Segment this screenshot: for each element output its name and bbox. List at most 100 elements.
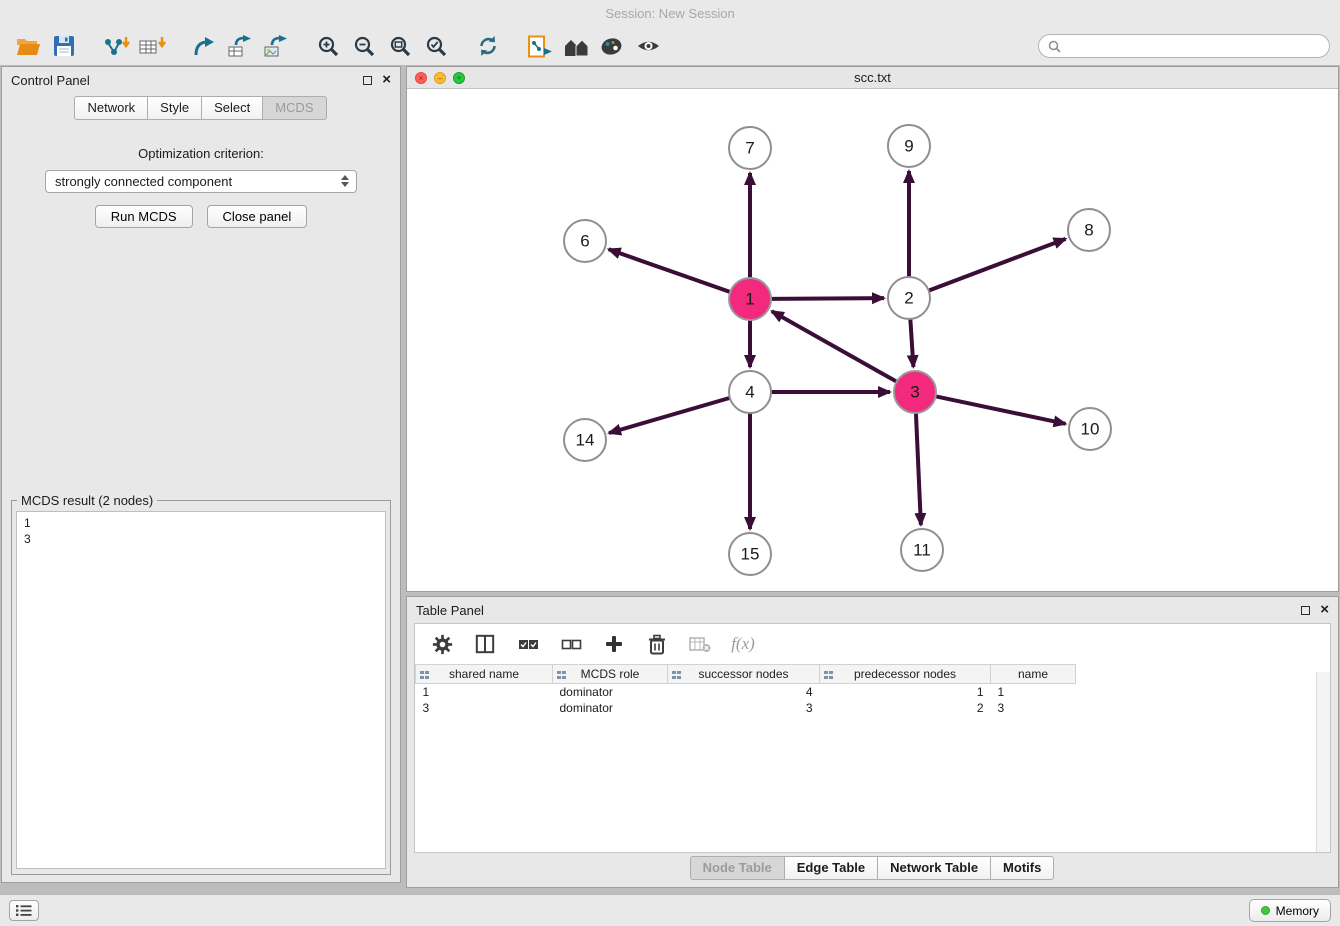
show-hide-button[interactable] (630, 30, 666, 62)
close-panel-button[interactable]: Close panel (207, 205, 308, 228)
optimization-criterion-select[interactable]: strongly connected component (45, 170, 357, 193)
graph-node-10[interactable]: 10 (1069, 408, 1111, 450)
graph-node-1[interactable]: 1 (729, 278, 771, 320)
svg-text:11: 11 (913, 541, 931, 560)
graph-node-2[interactable]: 2 (888, 277, 930, 319)
delete-table-button[interactable] (687, 631, 713, 657)
export-image-icon (263, 35, 289, 57)
graph-node-9[interactable]: 9 (888, 125, 930, 167)
tab-mcds[interactable]: MCDS (262, 96, 326, 120)
save-session-button[interactable] (46, 30, 82, 62)
task-history-button[interactable] (9, 900, 39, 921)
main-toolbar (0, 27, 1340, 66)
column-header-shared-name[interactable]: shared name (416, 665, 553, 684)
column-header-name[interactable]: name (991, 665, 1076, 684)
graph-node-7[interactable]: 7 (729, 127, 771, 169)
svg-text:10: 10 (1081, 420, 1100, 439)
tab-motifs[interactable]: Motifs (990, 856, 1054, 880)
add-column-button[interactable] (601, 631, 627, 657)
graph-edge-3-10[interactable] (936, 396, 1066, 423)
zoom-out-button[interactable] (346, 30, 382, 62)
float-table-panel-icon[interactable] (1301, 606, 1310, 615)
select-all-rows-button[interactable] (515, 631, 541, 657)
deselect-all-rows-button[interactable] (558, 631, 584, 657)
optimization-selected-value: strongly connected component (55, 174, 232, 189)
graph-node-4[interactable]: 4 (729, 371, 771, 413)
search-input[interactable] (1066, 39, 1320, 54)
network-window-title: scc.txt (854, 70, 891, 85)
close-table-panel-icon[interactable]: × (1320, 604, 1329, 616)
graph-node-11[interactable]: 11 (901, 529, 943, 571)
window-zoom-button[interactable]: + (453, 72, 465, 84)
apply-style-button[interactable] (594, 30, 630, 62)
export-table-button[interactable] (222, 30, 258, 62)
tab-edge-table[interactable]: Edge Table (784, 856, 878, 880)
graph-edge-2-8[interactable] (929, 239, 1066, 291)
layout-button[interactable] (558, 30, 594, 62)
memory-label: Memory (1276, 904, 1319, 918)
tab-network[interactable]: Network (74, 96, 148, 120)
zoom-fit-button[interactable] (382, 30, 418, 62)
graph-node-6[interactable]: 6 (564, 220, 606, 262)
tab-select[interactable]: Select (201, 96, 263, 120)
network-canvas[interactable]: 7 9 6 8 1 2 4 3 14 10 15 11 (407, 90, 1338, 591)
graph-node-15[interactable]: 15 (729, 533, 771, 575)
export-image-button[interactable] (258, 30, 294, 62)
table-row[interactable]: 3 dominator 3 2 3 (416, 700, 1076, 716)
import-table-button[interactable] (134, 30, 170, 62)
graph-edge-3-11[interactable] (916, 413, 921, 525)
graph-node-3[interactable]: 3 (894, 371, 936, 413)
graph-edge-1-6[interactable] (609, 249, 731, 292)
cell-predecessor-nodes: 2 (820, 700, 991, 716)
cell-successor-nodes: 4 (668, 684, 820, 700)
column-header-mcds-role[interactable]: MCDS role (553, 665, 668, 684)
window-minimize-button[interactable]: – (434, 72, 446, 84)
svg-text:1: 1 (745, 290, 754, 309)
function-builder-button[interactable]: f(x) (730, 631, 756, 657)
graph-node-8[interactable]: 8 (1068, 209, 1110, 251)
export-network-button[interactable] (186, 30, 222, 62)
control-panel-title: Control Panel (11, 73, 90, 88)
network-overview-button[interactable] (522, 30, 558, 62)
graph-edge-2-3[interactable] (910, 319, 913, 367)
table-settings-button[interactable] (429, 631, 455, 657)
table-row[interactable]: 1 dominator 4 1 1 (416, 684, 1076, 700)
open-session-button[interactable] (10, 30, 46, 62)
show-columns-button[interactable] (472, 631, 498, 657)
cell-mcds-role: dominator (553, 684, 668, 700)
zoom-in-button[interactable] (310, 30, 346, 62)
window-close-button[interactable]: × (415, 72, 427, 84)
zoom-selected-button[interactable] (418, 30, 454, 62)
import-network-button[interactable] (98, 30, 134, 62)
cell-name: 1 (991, 684, 1076, 700)
graph-edge-3-1[interactable] (772, 311, 897, 381)
svg-text:14: 14 (576, 431, 595, 450)
tab-style[interactable]: Style (147, 96, 202, 120)
tab-network-table[interactable]: Network Table (877, 856, 991, 880)
import-table-icon (138, 35, 166, 57)
tab-node-table[interactable]: Node Table (690, 856, 785, 880)
result-line: 3 (24, 531, 378, 547)
graph-node-14[interactable]: 14 (564, 419, 606, 461)
cell-predecessor-nodes: 1 (820, 684, 991, 700)
table-toolbar: f(x) (415, 624, 1330, 664)
search-box[interactable] (1038, 34, 1330, 58)
delete-column-button[interactable] (644, 631, 670, 657)
memory-button[interactable]: Memory (1249, 899, 1331, 922)
float-panel-icon[interactable] (363, 76, 372, 85)
search-icon (1048, 40, 1061, 53)
graph-edge-1-2[interactable] (771, 298, 884, 299)
column-header-successor-nodes[interactable]: successor nodes (668, 665, 820, 684)
run-mcds-button[interactable]: Run MCDS (95, 205, 193, 228)
table-scrollbar[interactable] (1316, 672, 1330, 852)
refresh-button[interactable] (470, 30, 506, 62)
table-panel-header: Table Panel × (407, 597, 1338, 623)
column-header-predecessor-nodes[interactable]: predecessor nodes (820, 665, 991, 684)
window-title: Session: New Session (605, 6, 734, 21)
graph-edge-4-14[interactable] (609, 398, 730, 433)
close-panel-icon[interactable]: × (382, 74, 391, 86)
gear-icon (432, 634, 453, 655)
folder-open-icon (15, 35, 41, 57)
column-type-icon (420, 669, 430, 683)
network-window: × – + scc.txt 7 9 6 8 1 2 4 3 14 10 15 11 (406, 66, 1339, 592)
